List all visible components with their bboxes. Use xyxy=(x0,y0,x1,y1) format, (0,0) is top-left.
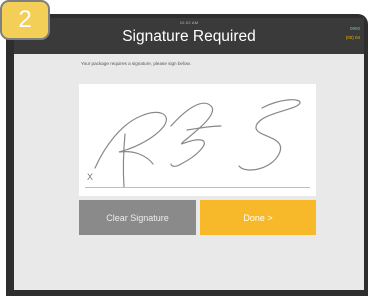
signature-line xyxy=(85,187,310,188)
signature-screen: Your package requires a signature, pleas… xyxy=(14,54,364,290)
status-indicators: 0900 (00) 04 xyxy=(346,24,360,42)
step-number-badge: 2 xyxy=(0,0,50,40)
status-line-1: 0900 xyxy=(349,26,360,31)
signature-x-mark: X xyxy=(87,172,94,182)
signature-pad[interactable]: X xyxy=(79,84,316,196)
signature-stroke xyxy=(94,99,301,188)
instruction-text: Your package requires a signature, pleas… xyxy=(81,61,191,66)
status-time: 10:02 AM xyxy=(179,20,199,25)
status-line-2: (00) 04 xyxy=(345,35,360,40)
done-button[interactable]: Done > xyxy=(200,200,316,235)
clear-signature-button[interactable]: Clear Signature xyxy=(79,200,196,235)
page-title: Signature Required xyxy=(122,28,256,45)
